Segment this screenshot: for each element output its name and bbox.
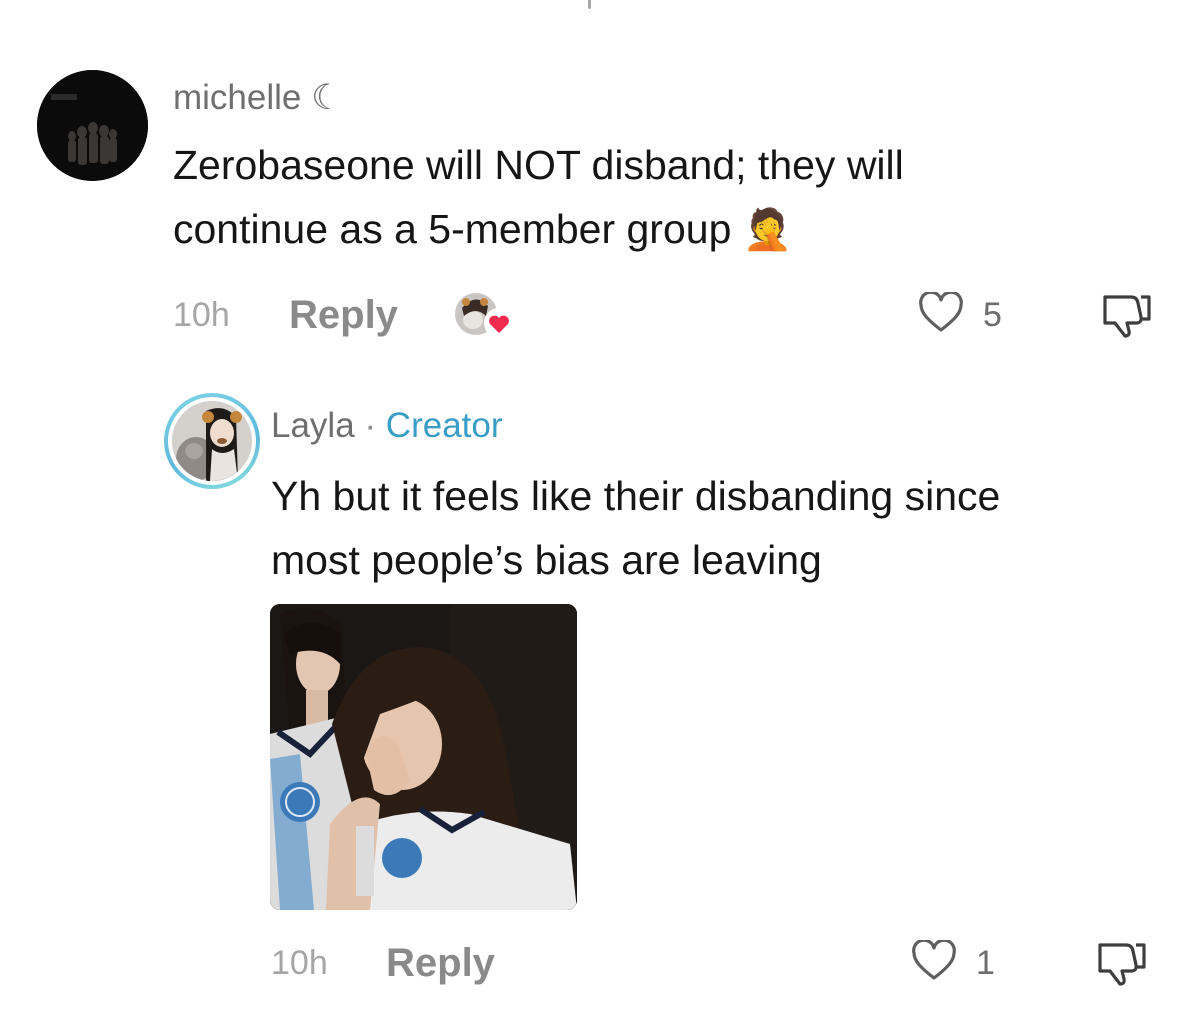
- comment-text: Zerobaseone will NOT disband; they will …: [173, 133, 1153, 262]
- comment-reply-button[interactable]: Reply: [289, 293, 398, 338]
- separator-dot: ·: [364, 406, 377, 445]
- moon-icon: ☾: [311, 78, 343, 117]
- reply-gif-image[interactable]: [270, 604, 577, 910]
- reply-like-count: 1: [976, 944, 995, 982]
- reply-time: 10h: [271, 944, 328, 982]
- reply-username-row: Layla · Creator: [271, 406, 503, 446]
- heart-badge-icon: [484, 308, 514, 338]
- scroll-indicator: [588, 0, 591, 9]
- facepalm-emoji-icon: 🤦: [742, 208, 793, 252]
- avatar-layla[interactable]: [164, 393, 260, 489]
- comment-like-button[interactable]: [918, 290, 964, 334]
- creator-badge: Creator: [385, 406, 503, 445]
- comment-username[interactable]: michelle ☾: [173, 78, 343, 118]
- reply-text-line-1: Yh but it feels like their disbanding si…: [271, 473, 1001, 519]
- reply-like-button[interactable]: [911, 938, 957, 982]
- reply-reply-button[interactable]: Reply: [386, 941, 495, 986]
- reply-text-line-2: most people’s bias are leaving: [271, 537, 822, 583]
- heart-outline-icon: [912, 938, 956, 980]
- comment-text-line-1: Zerobaseone will NOT disband; they will: [173, 142, 904, 188]
- thumbs-down-icon: [1103, 295, 1151, 338]
- reply-username[interactable]: Layla: [271, 406, 355, 445]
- heart-outline-icon: [919, 290, 963, 332]
- comment-time: 10h: [173, 296, 230, 334]
- comment-like-count: 5: [983, 296, 1002, 334]
- avatar-michelle[interactable]: [37, 70, 148, 181]
- username-text[interactable]: michelle: [173, 78, 301, 117]
- reply-dislike-button[interactable]: [1096, 939, 1148, 987]
- comment-text-line-2: continue as a 5-member group 🤦: [173, 206, 793, 252]
- comment-dislike-button[interactable]: [1101, 291, 1153, 339]
- reply-text: Yh but it feels like their disbanding si…: [271, 464, 1171, 592]
- thumbs-down-icon: [1098, 943, 1146, 986]
- creator-liked-badge: [452, 290, 516, 342]
